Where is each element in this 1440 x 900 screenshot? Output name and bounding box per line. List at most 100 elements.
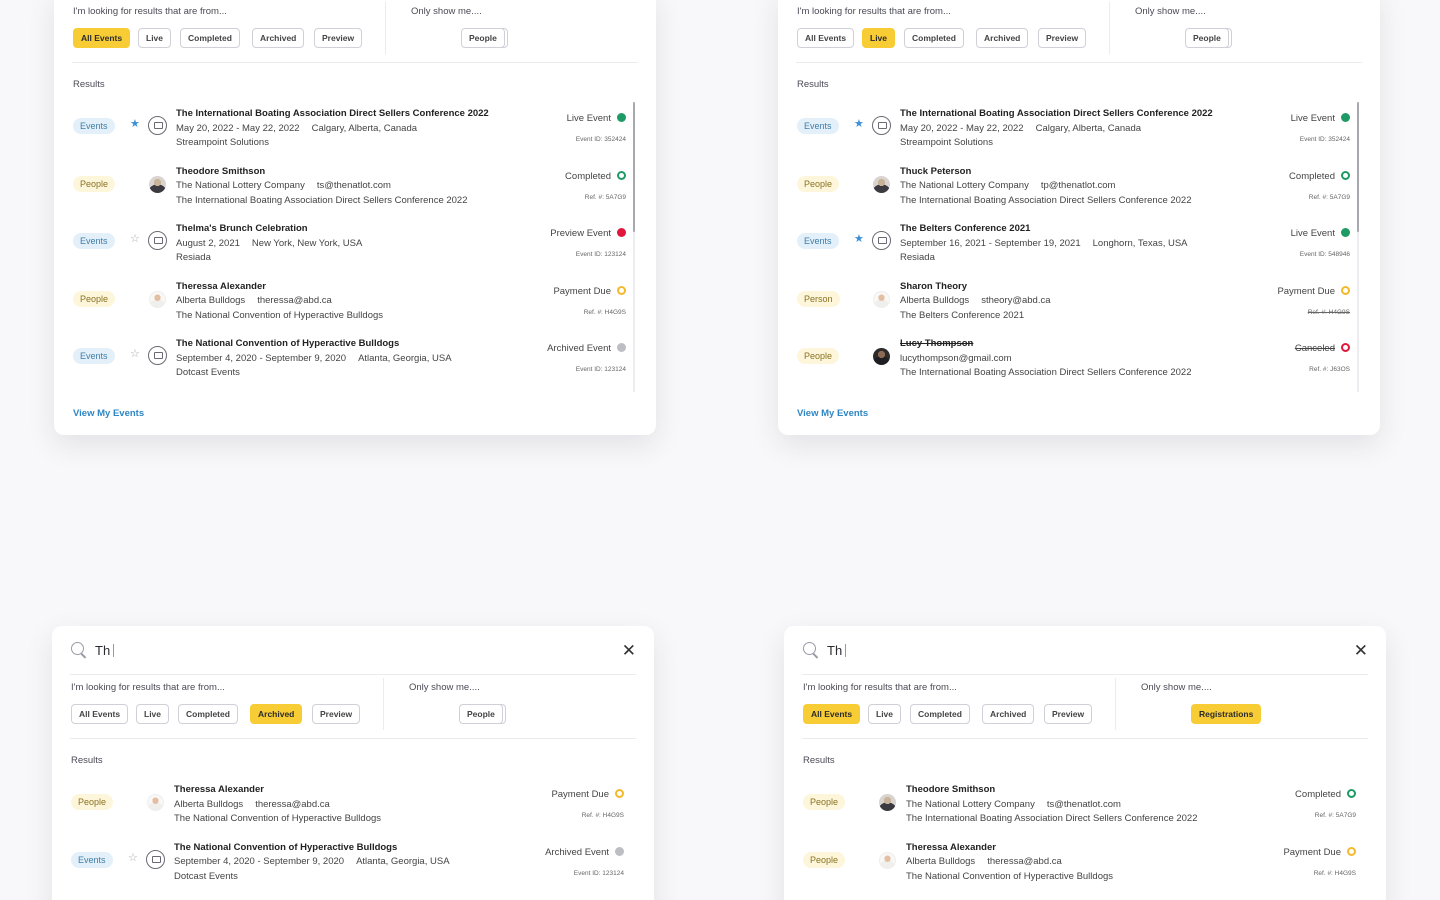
result-row[interactable]: People Theodore Smithson The National Lott…: [54, 163, 656, 220]
result-meta-item: theressa@abd.ca: [255, 798, 330, 810]
avatar: [873, 348, 890, 365]
filter-live-button[interactable]: Live: [862, 28, 896, 48]
filter-preview-button[interactable]: Preview: [1044, 704, 1093, 724]
filter-completed-button[interactable]: Completed: [180, 28, 240, 48]
result-title: The National Convention of Hyperactive B…: [174, 841, 398, 853]
result-details: Thelma's Brunch Celebration August 2, 202…: [176, 222, 362, 266]
filter-all-events-button[interactable]: All Events: [73, 28, 131, 48]
search-input[interactable]: Th: [827, 643, 842, 658]
filter-archived-button[interactable]: Archived: [982, 704, 1035, 724]
star-outline-icon[interactable]: ☆: [130, 234, 140, 245]
filter-completed-button[interactable]: Completed: [904, 28, 964, 48]
result-row[interactable]: Events ★ The Belters Conference 2021 Septem…: [778, 220, 1380, 277]
filter-preview-button[interactable]: Preview: [314, 28, 363, 48]
status-dot-icon: [615, 846, 624, 856]
filter-all-events-button[interactable]: All Events: [71, 704, 129, 724]
close-icon[interactable]: ✕: [1354, 642, 1368, 659]
result-meta-item: The National Lottery Company: [906, 798, 1035, 810]
status-indicator: Payment Due: [1283, 846, 1356, 858]
star-filled-icon[interactable]: ★: [130, 119, 140, 130]
star-outline-icon[interactable]: ☆: [130, 349, 140, 360]
star-outline-icon[interactable]: ☆: [128, 852, 138, 864]
filter-completed-button[interactable]: Completed: [178, 704, 238, 724]
type-registrations-button[interactable]: Registrations: [1191, 704, 1262, 724]
result-reference: Ref. #: H4G9S: [581, 812, 624, 819]
scrollbar-thumb[interactable]: [633, 102, 635, 232]
results-scrollbar[interactable]: [1357, 102, 1359, 392]
status-dot-icon: [617, 113, 626, 122]
result-reference: Ref. #: 5A7G9: [584, 193, 626, 201]
result-type-badge: Person: [797, 290, 840, 307]
result-meta: September 16, 2021 - September 19, 2021 L…: [900, 237, 1188, 252]
result-row[interactable]: Events ☆ The National Convention of Hypera…: [52, 839, 654, 896]
result-row[interactable]: Person Sharon Theory Alberta Bulldogs stheo…: [778, 278, 1380, 335]
result-title: Theressa Alexander: [176, 280, 266, 292]
close-icon[interactable]: ✕: [622, 642, 636, 659]
result-title: Theressa Alexander: [174, 784, 264, 795]
status-label: Archived Event: [545, 846, 609, 858]
filter-completed-button[interactable]: Completed: [910, 704, 970, 724]
filters-divider: [802, 738, 1368, 739]
search-results-card-registrations: Th ✕ I'm looking for results that are from…: [784, 626, 1386, 900]
scrollbar-thumb[interactable]: [1357, 102, 1359, 232]
result-details: Theressa Alexander Alberta Bulldogs theres…: [174, 783, 381, 827]
result-row[interactable]: People Theodore Smithson The National Lott…: [784, 781, 1386, 838]
event-icon: [872, 231, 891, 250]
search-bar[interactable]: Th ✕: [70, 636, 636, 664]
result-meta-item: May 20, 2022 - May 22, 2022: [900, 122, 1024, 134]
result-row[interactable]: Events ★ The International Boating Associa…: [778, 105, 1380, 162]
filter-live-button[interactable]: Live: [868, 704, 902, 724]
result-meta: September 4, 2020 - September 9, 2020 Atl…: [174, 855, 450, 870]
filter-all-events-button[interactable]: All Events: [803, 704, 861, 724]
event-icon: [872, 116, 891, 135]
type-people-button[interactable]: People: [461, 28, 505, 48]
type-people-button[interactable]: People: [1185, 28, 1229, 48]
status-label: Preview Event: [550, 228, 611, 239]
star-filled-icon[interactable]: ★: [854, 119, 864, 130]
status-dot-icon: [1341, 228, 1350, 237]
view-my-events-link[interactable]: View My Events: [797, 408, 868, 419]
status-indicator: Archived Event: [545, 846, 624, 858]
filter-preview-button[interactable]: Preview: [312, 704, 361, 724]
filter-live-button[interactable]: Live: [138, 28, 172, 48]
result-type-badge: People: [797, 348, 840, 364]
result-meta-item: Atlanta, Georgia, USA: [356, 856, 450, 867]
result-details: The Belters Conference 2021 September 16,…: [900, 222, 1188, 266]
result-row[interactable]: Events ☆ Thelma's Brunch Celebration August…: [54, 220, 656, 277]
result-type-badge: Events: [73, 118, 115, 134]
results-heading: Results: [803, 755, 835, 766]
result-row[interactable]: People Theressa Alexander Alberta Bulldogs…: [54, 278, 656, 335]
filter-column-divider: [1109, 2, 1110, 54]
result-row[interactable]: Events ☆ The National Convention of Hypera…: [54, 335, 656, 392]
result-row[interactable]: People Lucy Thompson lucythompson@gmail.co…: [778, 335, 1380, 392]
filter-label: I'm looking for results that are from...: [71, 682, 225, 693]
result-details: Theressa Alexander Alberta Bulldogs theres…: [906, 841, 1113, 885]
status-indicator: Live Event: [1291, 228, 1350, 239]
filter-all-events-button[interactable]: All Events: [797, 28, 855, 48]
result-row[interactable]: Events ★ The International Boating Associa…: [54, 105, 656, 162]
result-row[interactable]: People Theressa Alexander Alberta Bulldogs…: [52, 781, 654, 838]
event-icon: [148, 116, 167, 135]
search-icon: [70, 641, 88, 659]
star-filled-icon[interactable]: ★: [854, 234, 864, 245]
result-type-badge: People: [71, 794, 114, 810]
avatar: [147, 794, 164, 811]
result-details: The National Convention of Hyperactive B…: [174, 841, 450, 885]
search-input[interactable]: Th: [95, 643, 110, 658]
result-row[interactable]: People Theressa Alexander Alberta Bulldogs…: [784, 839, 1386, 896]
results-scrollbar[interactable]: [633, 102, 635, 392]
result-meta-item: stheory@abd.ca: [981, 295, 1051, 306]
status-indicator: Completed: [1295, 789, 1356, 800]
filter-preview-button[interactable]: Preview: [1038, 28, 1087, 48]
filter-live-button[interactable]: Live: [136, 704, 170, 724]
result-meta: May 20, 2022 - May 22, 2022 Calgary, Albe…: [176, 122, 489, 137]
view-my-events-link[interactable]: View My Events: [73, 408, 144, 419]
filter-archived-button[interactable]: Archived: [252, 28, 305, 48]
result-row[interactable]: People Thuck Peterson The National Lottery…: [778, 163, 1380, 220]
status-dot-icon: [617, 343, 626, 352]
type-filter-label: Only show me....: [409, 682, 480, 693]
search-bar[interactable]: Th ✕: [802, 636, 1368, 664]
filter-archived-button[interactable]: Archived: [250, 704, 303, 724]
type-people-button[interactable]: People: [459, 704, 503, 724]
filter-archived-button[interactable]: Archived: [976, 28, 1029, 48]
